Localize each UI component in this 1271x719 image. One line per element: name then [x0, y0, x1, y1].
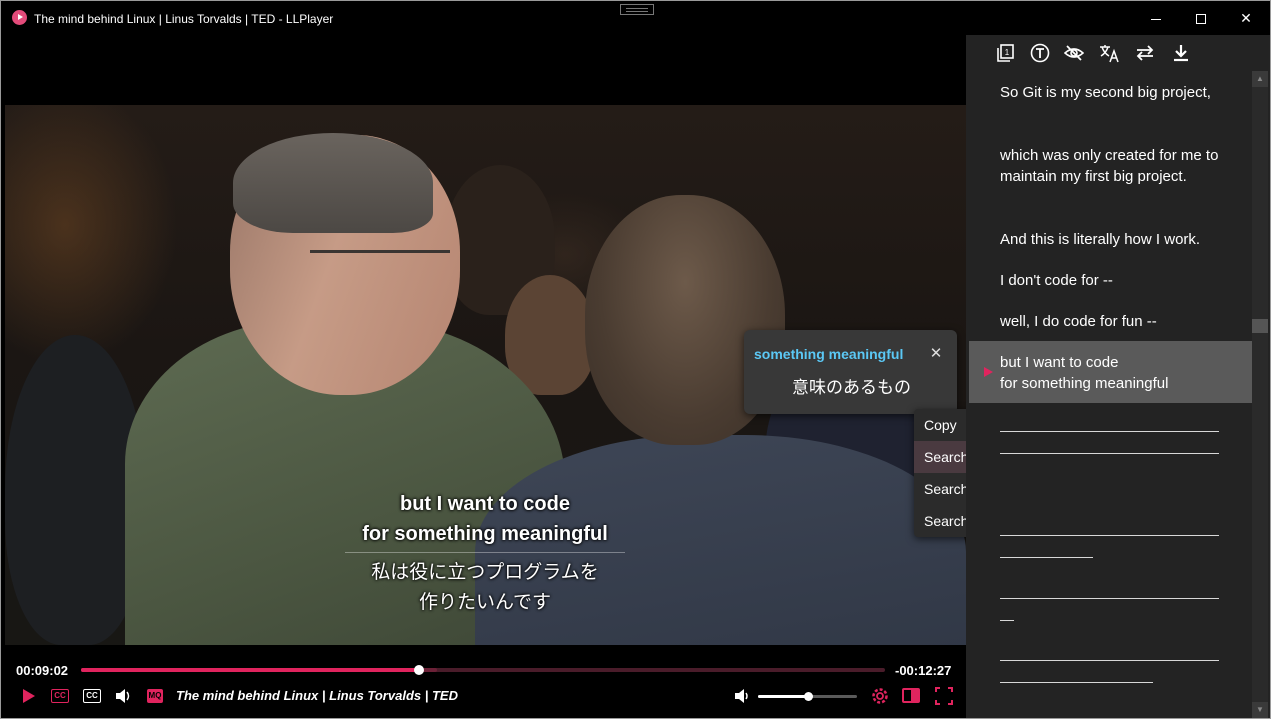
seek-bar[interactable] — [81, 665, 885, 675]
remaining-time: -00:12:27 — [895, 663, 952, 678]
panel-toolbar: 1 — [966, 35, 1270, 71]
sidebar-toggle-icon[interactable] — [902, 688, 920, 703]
translate-icon[interactable] — [1098, 43, 1120, 63]
minimize-button[interactable] — [1133, 1, 1179, 35]
subtitle-secondary-line-1[interactable]: 私は役に立つプログラムを — [305, 557, 665, 587]
placeholder-line — [1000, 453, 1219, 454]
svg-text:1: 1 — [1005, 48, 1010, 57]
scroll-thumb[interactable] — [1252, 319, 1268, 333]
subtitle-secondary-line-2[interactable]: 作りたいんです — [305, 587, 665, 617]
subtitle-list-item[interactable]: well, I do code for fun -- — [1000, 311, 1230, 332]
panel-scrollbar[interactable]: ▲ ▼ — [1252, 71, 1268, 718]
play-icon[interactable] — [21, 686, 35, 706]
placeholder-line — [1000, 598, 1219, 599]
placeholder-line — [1000, 660, 1219, 661]
subtitle-divider — [345, 552, 625, 553]
popup-close-icon[interactable]: ✕ — [929, 346, 943, 361]
title-bar[interactable]: The mind behind Linux | Linus Torvalds |… — [1, 1, 1270, 35]
volume-slider[interactable] — [758, 692, 857, 701]
subtitle-list-item-active[interactable]: but I want to code for something meaning… — [969, 341, 1252, 403]
download-icon[interactable] — [1170, 43, 1192, 63]
subtitle-panel: 1 So Git is my second big project, which… — [966, 35, 1270, 718]
current-time: 00:09:02 — [16, 663, 69, 678]
close-icon: ✕ — [1240, 10, 1252, 26]
scroll-down-arrow-icon[interactable]: ▼ — [1252, 702, 1268, 718]
primary-subtitle-cc-icon[interactable]: CC — [51, 689, 69, 703]
maximize-icon — [1196, 14, 1206, 25]
minimize-icon — [1151, 18, 1161, 20]
app-window: The mind behind Linux | Linus Torvalds |… — [0, 0, 1271, 719]
seek-thumb[interactable] — [414, 665, 424, 675]
placeholder-line — [1000, 431, 1219, 432]
swap-icon[interactable] — [1134, 43, 1156, 63]
speaker-icon[interactable] — [115, 686, 131, 706]
copy-icon[interactable]: 1 — [994, 43, 1016, 63]
window-title: The mind behind Linux | Linus Torvalds |… — [34, 12, 334, 26]
active-line-marker-icon — [984, 367, 993, 377]
placeholder-line — [1000, 682, 1153, 683]
maximize-button[interactable] — [1178, 1, 1224, 35]
subtitle-primary-line-2[interactable]: for something meaningful — [335, 519, 635, 549]
video-title: The mind behind Linux | Linus Torvalds |… — [176, 688, 458, 703]
subtitle-list-item[interactable]: which was only created for me to maintai… — [1000, 145, 1230, 187]
subtitle-list-item[interactable]: So Git is my second big project, — [1000, 82, 1230, 103]
secondary-subtitle-cc-icon[interactable]: CC — [83, 689, 101, 703]
speaker-hair — [233, 133, 433, 233]
audience-figure — [5, 335, 145, 645]
seek-progress — [81, 668, 419, 672]
subtitle-list-item[interactable]: I don't code for -- — [1000, 270, 1230, 291]
volume-level — [758, 695, 808, 698]
window-grip-handle[interactable] — [620, 4, 654, 15]
mq-icon[interactable]: MQ — [147, 689, 163, 703]
scroll-up-arrow-icon[interactable]: ▲ — [1252, 71, 1268, 87]
volume-thumb[interactable] — [803, 692, 813, 701]
subtitle-list-item[interactable]: And this is literally how I work. — [1000, 229, 1230, 250]
speaker-glasses — [310, 250, 450, 280]
fullscreen-icon[interactable] — [935, 686, 953, 706]
popup-translation: 意味のあるもの — [792, 378, 911, 398]
text-icon[interactable] — [1029, 43, 1051, 63]
popup-source-word[interactable]: something meaningful — [754, 346, 903, 362]
placeholder-line — [1000, 620, 1014, 621]
hide-icon[interactable] — [1063, 43, 1085, 63]
volume-icon[interactable] — [734, 686, 750, 706]
placeholder-line — [1000, 557, 1093, 558]
translation-popup: something meaningful ✕ 意味のあるもの — [744, 330, 957, 414]
subtitle-primary-line-1[interactable]: but I want to code — [335, 489, 635, 519]
app-logo-icon — [12, 10, 27, 25]
placeholder-line — [1000, 535, 1219, 536]
playback-controls: 00:09:02 -00:12:27 CC CC MQ The mind beh… — [5, 645, 966, 717]
close-button[interactable]: ✕ — [1223, 1, 1269, 35]
active-subtitle-text: but I want to code for something meaning… — [1000, 354, 1169, 392]
gear-icon[interactable] — [870, 686, 890, 706]
